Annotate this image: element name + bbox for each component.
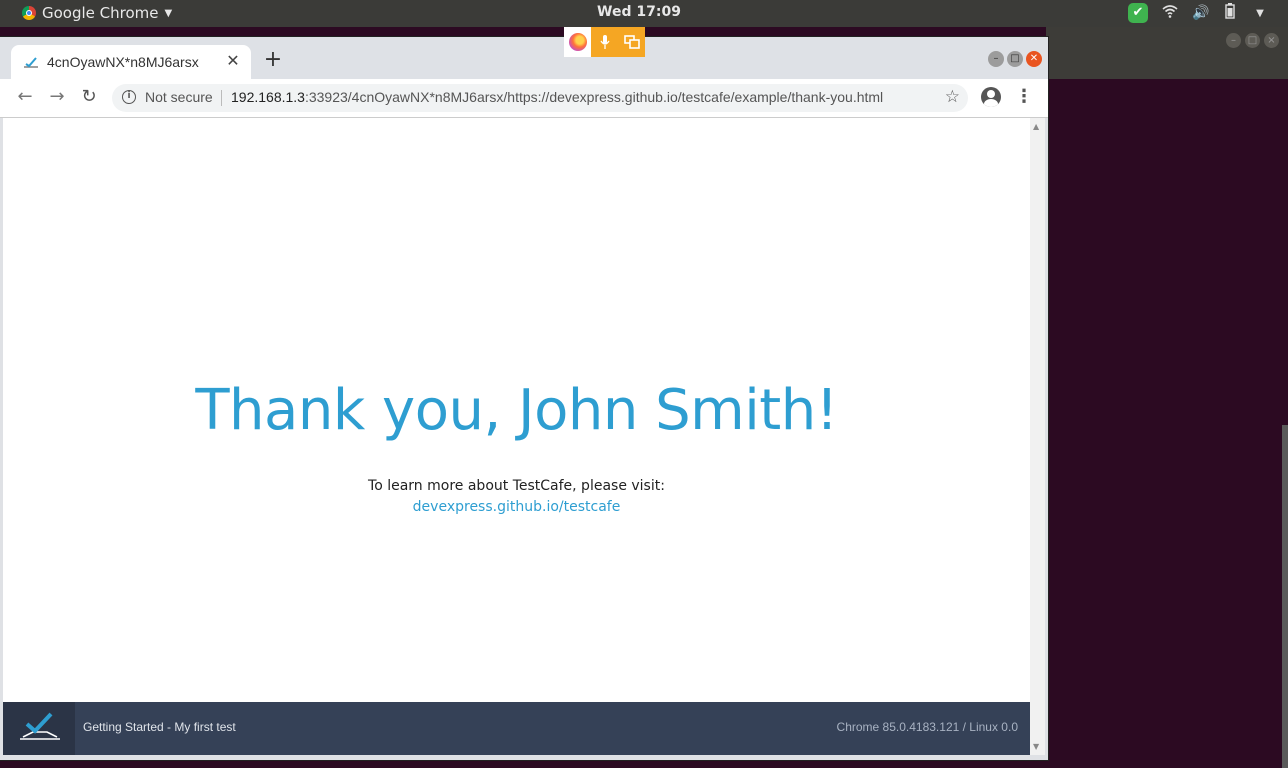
browser-toolbar: ← → ↻ i Not secure 192.168.1.3:33923/4cn… bbox=[0, 79, 1048, 118]
background-scrollbar bbox=[1282, 425, 1288, 768]
volume-icon[interactable]: 🔊 bbox=[1192, 5, 1209, 21]
profile-avatar-icon[interactable] bbox=[981, 87, 1001, 107]
window-controls: – □ ✕ bbox=[988, 51, 1042, 67]
page-scrollbar[interactable]: ▲ ▼ bbox=[1030, 118, 1045, 755]
testcafe-logo-icon bbox=[3, 702, 75, 755]
url-text[interactable]: 192.168.1.3:33923/4cnOyawNX*n8MJ6arsx/ht… bbox=[231, 89, 883, 105]
window-switch-button[interactable] bbox=[618, 27, 645, 57]
address-bar[interactable]: i Not secure 192.168.1.3:33923/4cnOyawNX… bbox=[112, 84, 968, 112]
windows-icon bbox=[623, 35, 640, 49]
firefox-button[interactable] bbox=[564, 27, 591, 57]
scroll-up-icon[interactable]: ▲ bbox=[1033, 122, 1039, 131]
maximize-icon[interactable]: □ bbox=[1245, 33, 1260, 48]
testcafe-link-container: devexpress.github.io/testcafe bbox=[3, 499, 1030, 515]
url-host: 192.168.1.3 bbox=[231, 89, 305, 105]
test-name: Getting Started - My first test bbox=[83, 720, 236, 734]
testcafe-favicon-icon bbox=[24, 57, 38, 68]
microphone-button[interactable] bbox=[591, 27, 618, 57]
url-path: :33923/4cnOyawNX*n8MJ6arsx/https://devex… bbox=[304, 89, 884, 105]
back-arrow-icon[interactable]: ← bbox=[15, 87, 35, 107]
wifi-icon[interactable] bbox=[1162, 4, 1178, 22]
system-tray: ✔ 🔊 ▼ bbox=[1128, 3, 1268, 23]
tab-close-icon[interactable]: ✕ bbox=[223, 51, 243, 70]
bookmark-star-icon[interactable]: ☆ bbox=[945, 87, 960, 107]
kebab-menu-icon[interactable]: ⋮ bbox=[1015, 87, 1033, 107]
power-menu-chevron-icon[interactable]: ▼ bbox=[1252, 8, 1268, 19]
microphone-icon bbox=[599, 35, 610, 49]
floating-recorder-widget bbox=[564, 27, 645, 57]
tab-active[interactable]: 4cnOyawNX*n8MJ6arsx ✕ bbox=[11, 45, 251, 79]
minimize-icon[interactable]: – bbox=[1226, 33, 1241, 48]
forward-arrow-icon[interactable]: → bbox=[47, 87, 67, 107]
minimize-icon[interactable]: – bbox=[988, 51, 1004, 67]
security-status[interactable]: Not secure bbox=[145, 89, 213, 105]
close-icon[interactable]: × bbox=[1264, 33, 1279, 48]
reload-icon[interactable]: ↻ bbox=[79, 87, 99, 107]
testcafe-status-bar: Getting Started - My first test Chrome 8… bbox=[3, 702, 1030, 755]
scroll-down-icon[interactable]: ▼ bbox=[1033, 742, 1039, 751]
page-content: Thank you, John Smith! To learn more abo… bbox=[3, 118, 1030, 702]
page-heading: Thank you, John Smith! bbox=[195, 378, 838, 443]
firefox-icon bbox=[568, 33, 587, 51]
shield-check-icon[interactable]: ✔ bbox=[1128, 3, 1148, 23]
learn-more-text: To learn more about TestCafe, please vis… bbox=[368, 478, 665, 494]
maximize-icon[interactable]: □ bbox=[1007, 51, 1023, 67]
clock[interactable]: Wed 17:09 bbox=[0, 4, 1278, 20]
new-tab-button[interactable]: + bbox=[262, 49, 284, 71]
tab-strip: 4cnOyawNX*n8MJ6arsx ✕ + – □ ✕ bbox=[0, 37, 1048, 79]
close-icon[interactable]: ✕ bbox=[1026, 51, 1042, 67]
info-icon[interactable]: i bbox=[122, 90, 136, 104]
divider bbox=[221, 90, 222, 106]
battery-icon[interactable] bbox=[1222, 3, 1238, 23]
user-agent: Chrome 85.0.4183.121 / Linux 0.0 bbox=[836, 720, 1018, 734]
system-top-panel: Google Chrome ▼ Wed 17:09 ✔ 🔊 ▼ bbox=[0, 0, 1288, 27]
background-window-controls: – □ × bbox=[1226, 33, 1279, 48]
tab-title: 4cnOyawNX*n8MJ6arsx bbox=[47, 54, 199, 70]
testcafe-link[interactable]: devexpress.github.io/testcafe bbox=[413, 499, 621, 515]
